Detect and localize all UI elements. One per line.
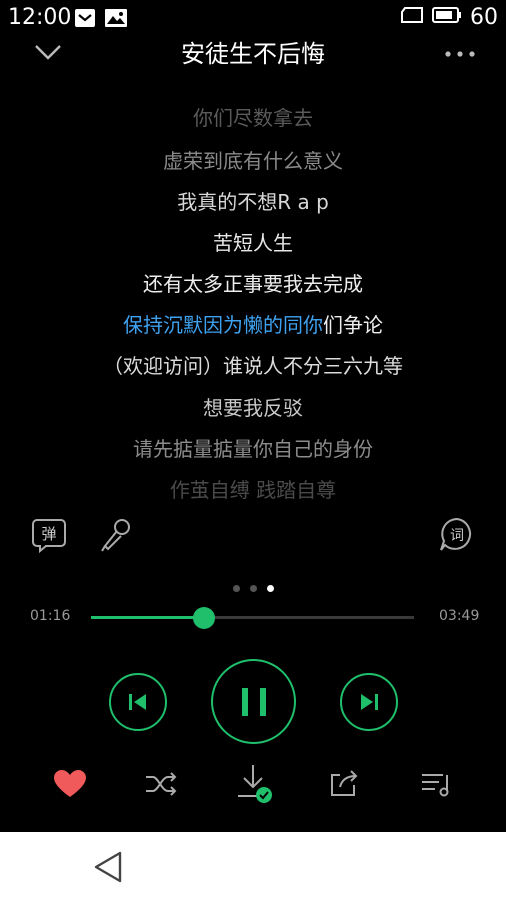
playlist-button[interactable] [413,760,461,808]
previous-track-button[interactable] [109,673,167,731]
danmu-label: 弹 [41,525,56,543]
total-time: 03:49 [439,608,480,624]
lyrics-panel[interactable]: 你们尽数拿去 虚荣到底有什么意义 我真的不想R a p 苦短人生 还有太多正事要… [0,96,506,506]
lyric-line: 我真的不想R a p [177,190,329,214]
playback-controls [0,658,506,750]
seek-bar-thumb[interactable] [193,607,216,629]
page-dot[interactable] [232,585,240,592]
heart-icon [54,770,86,797]
download-done-icon [238,765,272,803]
playlist-icon [422,774,449,797]
lyric-line: 作茧自缚 践踏自尊 [169,478,337,502]
page-dot-active[interactable] [266,585,274,592]
lyric-unsung-part: 们争论 [323,313,383,337]
download-button[interactable] [230,760,278,808]
danmu-button[interactable]: 弹 [29,515,69,555]
lyric-line: 虚荣到底有什么意义 [163,149,343,173]
battery-level: 60 [470,5,498,30]
image-icon [104,8,128,32]
battery-icon [432,5,462,30]
back-icon[interactable] [92,850,124,888]
song-actions [0,760,506,808]
seek-bar-fill [91,616,205,619]
lyric-line: （欢迎访问）谁说人不分三六九等 [103,354,403,378]
pause-button[interactable] [211,659,296,744]
share-icon [331,770,358,796]
previous-icon [129,694,146,710]
lyric-sung-part: 保持沉默因为懒的同你 [123,313,323,337]
seek-bar[interactable] [91,607,414,629]
lyric-settings-button[interactable]: 词 [437,515,477,555]
lyric-line: 还有太多正事要我去完成 [143,272,363,296]
song-title: 安徒生不后悔 [181,40,325,68]
shuffle-icon [146,772,177,796]
shuffle-button[interactable] [137,760,185,808]
lyric-line: 请先掂量掂量你自己的身份 [133,437,373,461]
lyric-tools: 弹 词 [0,515,506,555]
lyric-line: 你们尽数拿去 [193,106,313,130]
lyric-settings-label: 词 [450,528,464,544]
lyric-line-current: 保持沉默因为懒的同你们争论 [0,309,506,338]
current-time: 01:16 [30,608,71,624]
screen-rotate-icon [400,5,424,30]
share-button[interactable] [320,760,368,808]
page-dot[interactable] [249,585,257,592]
page-indicator [0,577,506,596]
more-options-button[interactable] [444,42,476,66]
next-track-button[interactable] [340,673,398,731]
lyric-line: 想要我反驳 [203,396,303,420]
karaoke-mic-button[interactable] [96,515,136,555]
lyric-line: 苦短人生 [213,231,293,255]
status-bar: 12:00 60 [0,0,506,36]
pause-icon [241,687,266,716]
player-header: 安徒生不后悔 [0,36,506,72]
system-navigation-bar [0,832,506,900]
status-time: 12:00 [8,5,72,30]
next-icon [361,694,378,710]
playback-progress: 01:16 03:49 [0,600,506,634]
notification-icon [74,8,96,32]
favorite-button[interactable] [46,760,94,808]
